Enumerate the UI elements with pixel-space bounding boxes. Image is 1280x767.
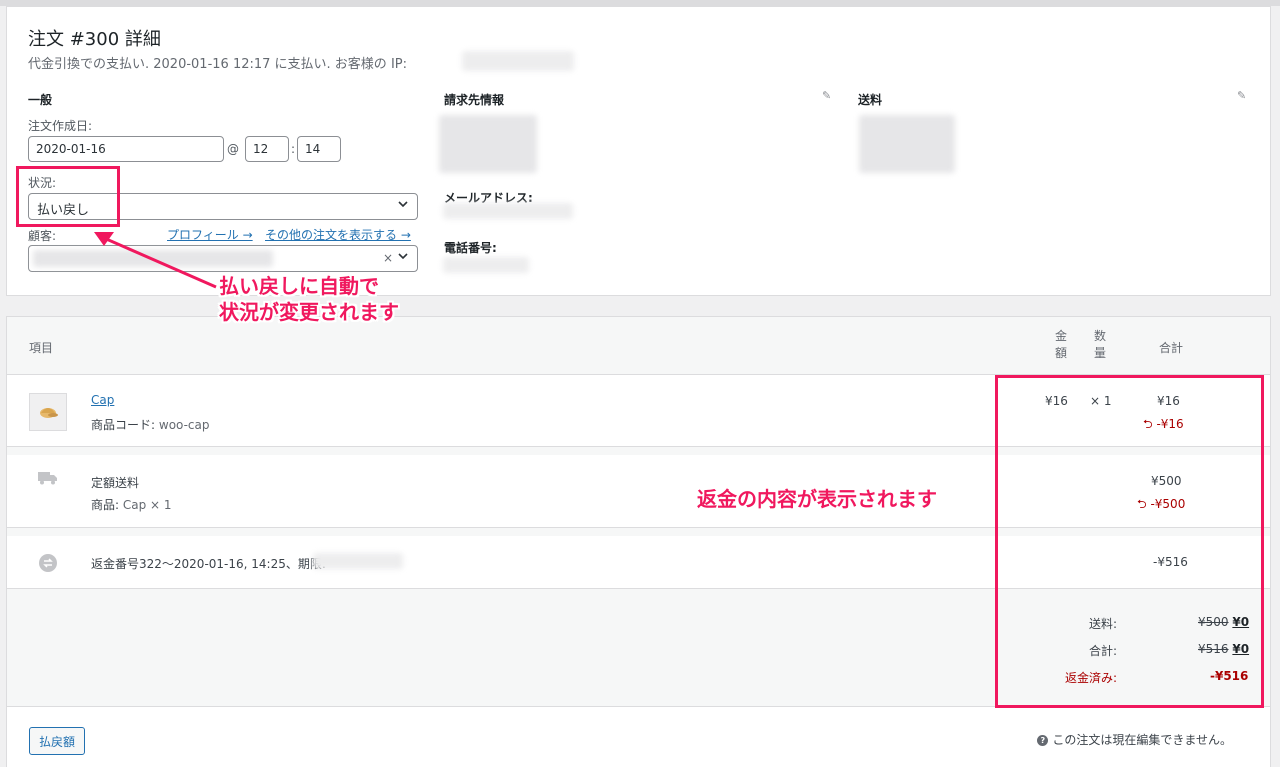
refund-callout: 返金の内容が表示されます <box>697 487 937 511</box>
refund-highlight-box <box>995 375 1264 708</box>
status-callout-line-1: 払い戻しに自動で <box>219 274 379 298</box>
status-callout-line-2: 状況が変更されます <box>219 300 399 324</box>
